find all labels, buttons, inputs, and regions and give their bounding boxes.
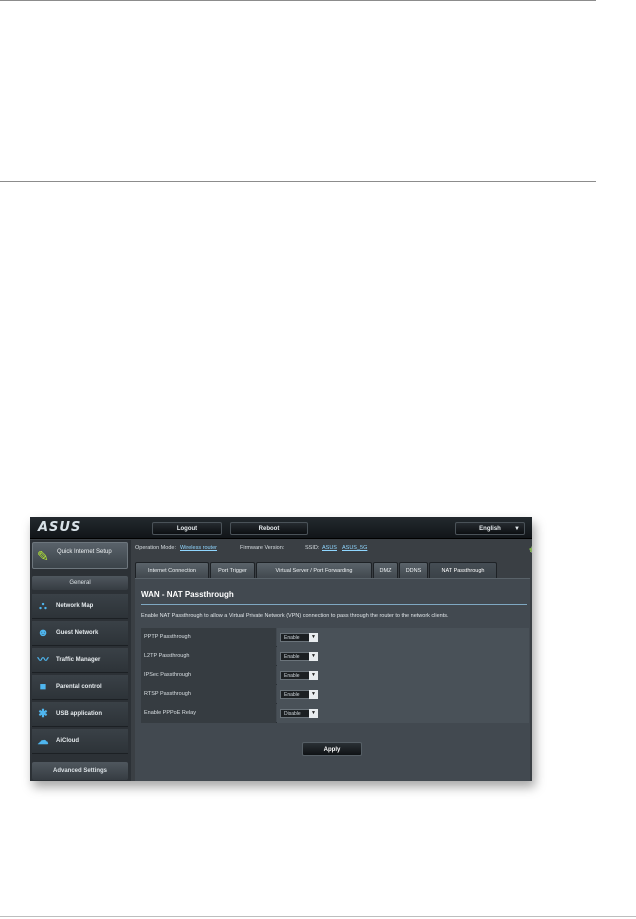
ssid-label: SSID: <box>305 545 320 551</box>
select-value: Enable <box>284 654 300 660</box>
table-row: IPSec Passthrough Enable ▼ <box>141 666 529 685</box>
sidebar-item-traffic-manager[interactable]: 〰 Traffic Manager <box>32 648 128 673</box>
sidebar-item-label: USB application <box>56 711 103 717</box>
chevron-down-icon: ▼ <box>309 690 318 699</box>
operation-mode-link[interactable]: Wireless router <box>180 545 217 551</box>
page-description: Enable NAT Passthrough to allow a Virtua… <box>141 613 449 619</box>
l2tp-passthrough-select[interactable]: Enable ▼ <box>280 652 318 661</box>
tab-dmz[interactable]: DMZ <box>373 562 398 578</box>
status-bar: Operation Mode: Wireless router Firmware… <box>135 544 532 555</box>
ipsec-passthrough-select[interactable]: Enable ▼ <box>280 671 318 680</box>
sidebar-item-label: Guest Network <box>56 630 99 636</box>
asus-logo: ASUS <box>38 520 82 535</box>
top-divider <box>0 0 596 1</box>
row-value-cell: Enable ▼ <box>277 647 529 666</box>
parental-control-icon: ■ <box>39 681 47 693</box>
apply-button[interactable]: Apply <box>302 742 362 756</box>
tab-virtual-server[interactable]: Virtual Server / Port Forwarding <box>256 562 372 578</box>
chevron-down-icon: ▼ <box>514 526 520 532</box>
quick-internet-setup-button[interactable]: ✎ Quick Internet Setup <box>32 542 128 569</box>
usb-status-icon[interactable]: ▯ <box>528 545 532 554</box>
sidebar-item-label: Traffic Manager <box>56 657 101 663</box>
ssid-5g-link[interactable]: ASUS_5G <box>342 545 367 551</box>
sidebar-item-parental-control[interactable]: ■ Parental control <box>32 675 128 700</box>
sidebar: ✎ Quick Internet Setup General ⛬ Network… <box>30 540 131 781</box>
page-title: WAN - NAT Passthrough <box>141 590 234 599</box>
select-value: Enable <box>284 635 300 641</box>
sidebar-item-label: Parental control <box>56 684 102 690</box>
sidebar-item-usb-application[interactable]: ✱ USB application <box>32 702 128 727</box>
row-label: L2TP Passthrough <box>141 647 276 666</box>
row-value-cell: Enable ▼ <box>277 666 529 685</box>
sidebar-item-aicloud[interactable]: ☁ AiCloud <box>32 729 128 754</box>
traffic-manager-icon: 〰 <box>37 654 49 666</box>
general-heading: General <box>32 576 128 590</box>
sidebar-item-label: Network Map <box>56 603 94 609</box>
tab-ddns[interactable]: DDNS <box>399 562 428 578</box>
settings-table: PPTP Passthrough Enable ▼ L2TP Passthrou… <box>141 628 529 723</box>
chevron-down-icon: ▼ <box>309 633 318 642</box>
advanced-settings-heading[interactable]: Advanced Settings <box>32 762 128 780</box>
quick-internet-setup-label: Quick Internet Setup <box>57 549 112 555</box>
ssid-link[interactable]: ASUS <box>322 545 337 551</box>
table-row: RTSP Passthrough Enable ▼ <box>141 685 529 704</box>
bottom-divider <box>0 916 636 917</box>
table-row: L2TP Passthrough Enable ▼ <box>141 647 529 666</box>
chevron-down-icon: ▼ <box>309 671 318 680</box>
tab-bar: Internet Connection Port Trigger Virtual… <box>135 562 530 578</box>
sidebar-item-network-map[interactable]: ⛬ Network Map <box>32 594 128 619</box>
title-divider <box>141 604 527 605</box>
row-value-cell: Enable ▼ <box>277 628 529 647</box>
logout-button[interactable]: Logout <box>152 522 222 535</box>
row-value-cell: Disable ▼ <box>277 704 529 723</box>
language-select[interactable]: English ▼ <box>455 522 525 535</box>
row-value-cell: Enable ▼ <box>277 685 529 704</box>
row-label: RTSP Passthrough <box>141 685 276 704</box>
row-label: PPTP Passthrough <box>141 628 276 647</box>
tab-nat-passthrough[interactable]: NAT Passthrough <box>429 562 497 578</box>
pptp-passthrough-select[interactable]: Enable ▼ <box>280 633 318 642</box>
row-label: IPSec Passthrough <box>141 666 276 685</box>
sidebar-item-label: AiCloud <box>56 738 79 744</box>
tab-port-trigger[interactable]: Port Trigger <box>210 562 255 578</box>
tab-internet-connection[interactable]: Internet Connection <box>135 562 209 578</box>
table-row: PPTP Passthrough Enable ▼ <box>141 628 529 647</box>
reboot-button[interactable]: Reboot <box>230 522 308 535</box>
middle-divider <box>0 181 596 182</box>
magic-wand-icon: ✎ <box>37 548 49 564</box>
top-bar: ASUS Logout Reboot English ▼ <box>30 517 532 539</box>
sidebar-item-guest-network[interactable]: ☻ Guest Network <box>32 621 128 646</box>
firmware-version-label: Firmware Version: <box>240 545 285 551</box>
row-label: Enable PPPoE Relay <box>141 704 276 723</box>
pppoe-relay-select[interactable]: Disable ▼ <box>280 709 318 718</box>
nat-passthrough-panel: WAN - NAT Passthrough Enable NAT Passthr… <box>135 578 530 781</box>
guest-network-icon: ☻ <box>37 627 49 639</box>
select-value: Enable <box>284 673 300 679</box>
chevron-down-icon: ▼ <box>309 652 318 661</box>
language-label: English <box>479 526 501 532</box>
select-value: Enable <box>284 692 300 698</box>
table-row: Enable PPPoE Relay Disable ▼ <box>141 704 529 723</box>
select-value: Disable <box>284 711 301 717</box>
rtsp-passthrough-select[interactable]: Enable ▼ <box>280 690 318 699</box>
network-map-icon: ⛬ <box>39 600 47 612</box>
aicloud-icon: ☁ <box>37 735 49 747</box>
usb-application-icon: ✱ <box>38 708 48 720</box>
router-admin-screenshot: ASUS Logout Reboot English ▼ ✎ Quick Int… <box>30 517 532 781</box>
chevron-down-icon: ▼ <box>309 709 318 718</box>
operation-mode-label: Operation Mode: <box>135 545 176 551</box>
